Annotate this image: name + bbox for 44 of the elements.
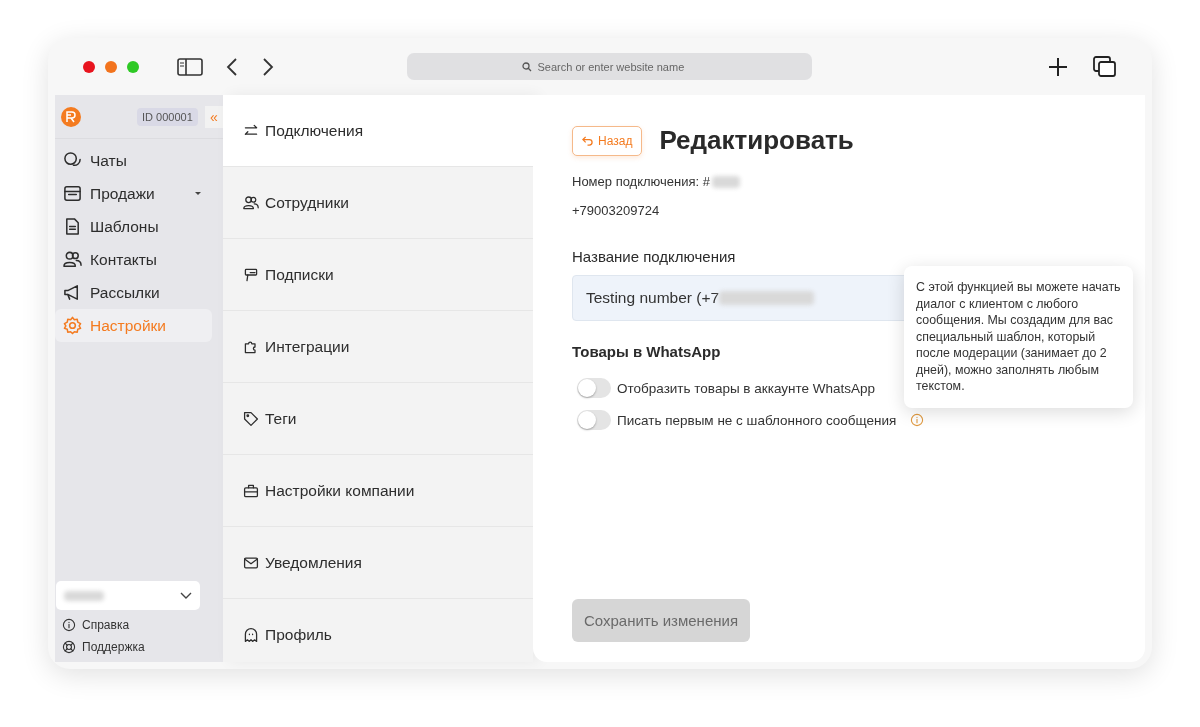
close-window-button[interactable]	[83, 60, 95, 73]
sidebar-item[interactable]: Шаблоны	[55, 210, 212, 243]
document-icon	[63, 217, 82, 236]
settings-menu-item[interactable]: Подключения	[223, 95, 533, 167]
briefcase-icon	[243, 482, 259, 499]
lifebuoy-icon	[62, 640, 76, 654]
page-title: Редактировать	[659, 125, 854, 156]
new-tab-icon[interactable]	[1047, 55, 1069, 78]
sidebar-item[interactable]: Продажи	[55, 177, 212, 210]
search-icon	[521, 61, 532, 72]
tag-icon	[243, 410, 259, 427]
sidebar-item[interactable]: Контакты	[55, 243, 212, 276]
account-id-badge: ID 000001	[137, 107, 198, 126]
sidebar-toggle-icon[interactable]	[177, 57, 203, 76]
info-icon	[910, 413, 925, 427]
toggle-label: Писать первым не с шаблонного сообщения	[617, 412, 898, 428]
settings-icon	[63, 316, 82, 335]
chevron-down-icon	[180, 591, 192, 600]
app-logo-icon	[61, 106, 81, 127]
minimize-window-button[interactable]	[105, 60, 117, 73]
toggle-switch[interactable]	[577, 410, 611, 430]
tooltip: С этой функцией вы можете начать диалог с клиентом с любого сообщения. Мы создадим для вас специальный шаблон, который после модерации (занимает до 2 дней), можно заполнять любым текстом.	[904, 266, 1133, 408]
return-arrow-icon	[582, 135, 593, 146]
sidebar-link[interactable]: Справка	[62, 618, 223, 632]
tabs-overview-icon[interactable]	[1093, 55, 1117, 78]
store-icon	[63, 184, 82, 203]
section-title: Товары в WhatsApp	[572, 343, 721, 360]
people-icon	[243, 194, 259, 211]
people-icon	[63, 250, 82, 269]
phone-number: +79003209724	[572, 203, 661, 218]
connection-number-label: Номер подключения: #	[572, 174, 711, 189]
sidebar-item[interactable]: Рассылки	[55, 276, 212, 309]
field-label: Название подключения	[572, 248, 737, 265]
address-field[interactable]: Search or enter website name	[537, 60, 698, 73]
card-icon	[243, 266, 259, 283]
toggle-switch[interactable]	[577, 378, 611, 398]
sidebar-link[interactable]: Поддержка	[62, 640, 223, 654]
info-icon	[62, 618, 76, 632]
redacted-text	[712, 175, 741, 188]
sidebar-item[interactable]: Чаты	[55, 144, 212, 177]
ghost-icon	[243, 626, 259, 643]
redacted-text	[64, 590, 104, 601]
toggle-label: Отобразить товары в аккаунте WhatsApp	[617, 380, 876, 396]
caret-icon	[195, 192, 201, 195]
